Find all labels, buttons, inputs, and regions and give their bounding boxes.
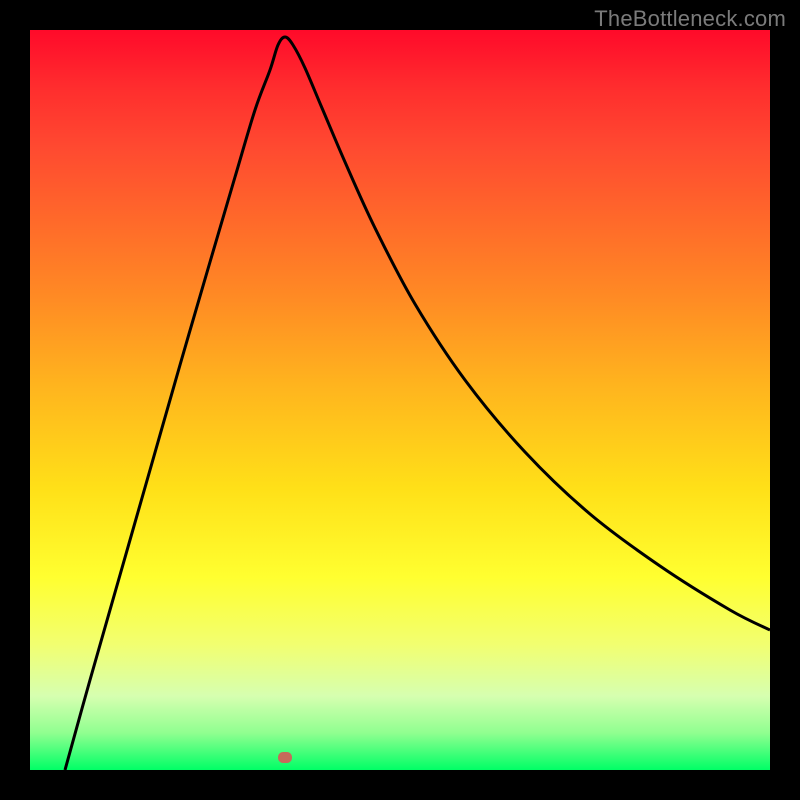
- optimum-marker: [278, 752, 292, 763]
- watermark-text: TheBottleneck.com: [594, 6, 786, 32]
- plot-area: [30, 30, 770, 770]
- chart-frame: TheBottleneck.com: [0, 0, 800, 800]
- bottleneck-curve: [30, 30, 770, 770]
